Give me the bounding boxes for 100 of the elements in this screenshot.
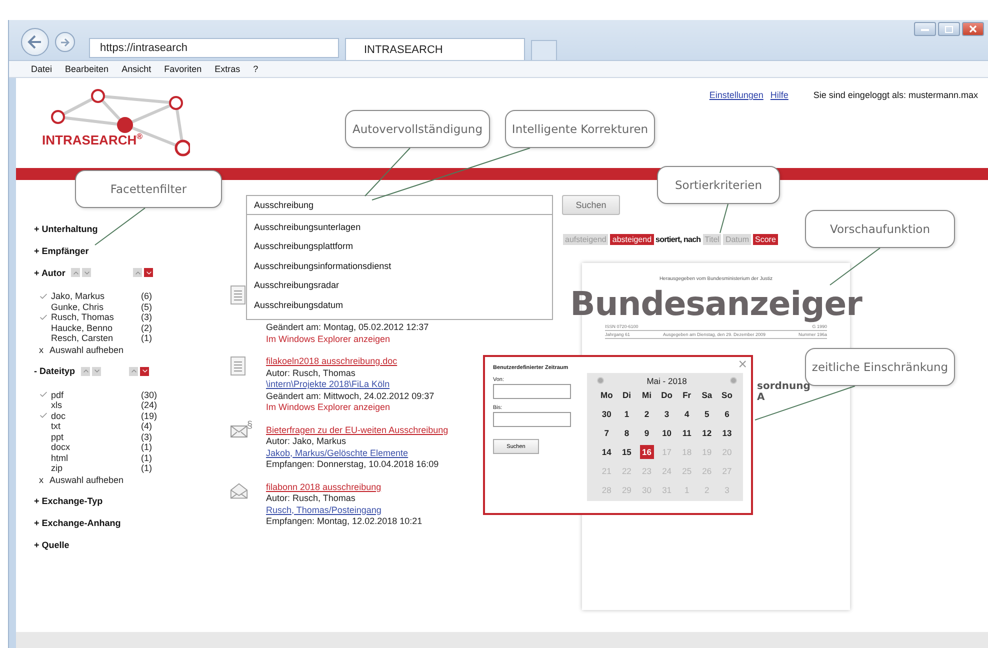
- suggestion-item[interactable]: Ausschreibungsdatum: [247, 295, 552, 314]
- sort-down-button[interactable]: [144, 268, 154, 277]
- facet-option[interactable]: xls: [51, 400, 141, 410]
- facet-count: (19): [141, 410, 158, 421]
- header-link[interactable]: Hilfe: [770, 90, 788, 100]
- calendar-day[interactable]: 9: [640, 426, 654, 440]
- result-title-link[interactable]: Bieterfragen zu der EU-weiten Ausschreibung: [266, 424, 448, 436]
- clear-selection-link[interactable]: Auswahl aufheben: [50, 344, 124, 354]
- facet-option[interactable]: Gunke, Chris: [51, 302, 141, 312]
- suggestion-item[interactable]: Ausschreibungsradar: [247, 276, 552, 295]
- calendar-day[interactable]: 5: [700, 407, 714, 422]
- calendar-day[interactable]: 1: [620, 407, 634, 422]
- calendar-day[interactable]: 13: [720, 426, 734, 440]
- calendar-day[interactable]: 7: [600, 426, 614, 440]
- login-status: Sie sind eingeloggt als: mustermann.max: [813, 90, 978, 100]
- callout: Facettenfilter: [75, 170, 222, 208]
- facet-option[interactable]: Rusch, Thomas: [51, 312, 141, 322]
- chevron-down-icon: [92, 367, 101, 375]
- close-button[interactable]: [962, 22, 984, 36]
- calendar-day[interactable]: 30: [600, 407, 614, 422]
- sort-up-button[interactable]: [71, 268, 80, 277]
- folder-path-link[interactable]: Rusch, Thomas/Posteingang: [266, 504, 422, 516]
- minimize-button[interactable]: [914, 22, 936, 36]
- facet-count: (5): [141, 302, 152, 312]
- previous-month-icon[interactable]: [596, 377, 604, 384]
- facet-option[interactable]: pdf: [51, 390, 141, 400]
- address-field[interactable]: https://intrasearch: [89, 38, 339, 58]
- facet-option[interactable]: Haucke, Benno: [51, 322, 141, 333]
- clear-selection-link[interactable]: Auswahl aufheben: [50, 474, 124, 484]
- menu-item[interactable]: Extras: [214, 64, 240, 74]
- facet-heading[interactable]: - Dateityp: [34, 364, 230, 378]
- calendar-day[interactable]: 15: [620, 444, 634, 459]
- back-button[interactable]: [21, 28, 49, 56]
- forward-arrow-icon: [60, 38, 70, 46]
- folder-path-link[interactable]: Jakob, Markus/Gelöschte Elemente: [266, 448, 448, 459]
- facet-heading[interactable]: + Autor: [34, 266, 230, 279]
- calendar-day[interactable]: 14: [600, 444, 614, 459]
- facet-count: (1): [141, 463, 152, 474]
- menu-item[interactable]: ?: [253, 64, 258, 74]
- calendar-day[interactable]: 8: [620, 426, 634, 440]
- result-detail: Empfangen: Donnerstag, 10.04.2018 16:09: [266, 459, 440, 470]
- date-field[interactable]: [493, 384, 571, 399]
- sort-down-button[interactable]: [92, 366, 102, 376]
- calendar-day[interactable]: 3: [660, 407, 674, 422]
- header-link[interactable]: Einstellungen: [709, 90, 764, 100]
- sort-up-button[interactable]: [129, 366, 138, 376]
- sort-up-button[interactable]: [133, 268, 142, 277]
- sort-down-button[interactable]: [140, 366, 150, 376]
- explorer-link[interactable]: Im Windows Explorer anzeigen: [266, 334, 429, 345]
- date-field[interactable]: [493, 412, 571, 427]
- suggestion-item[interactable]: Ausschreibungsplattform: [247, 236, 552, 256]
- browser-tab[interactable]: INTRASEARCH: [345, 38, 525, 60]
- result-title-link[interactable]: filakoeln2018 ausschreibung.doc: [266, 356, 434, 368]
- folder-path-link[interactable]: \intern\Projekte 2018\FiLa Köln: [266, 379, 434, 390]
- facet-count: (30): [141, 390, 158, 400]
- envelope-icon: [230, 424, 248, 438]
- leader-line: [720, 204, 728, 234]
- sort-down-button[interactable]: [82, 268, 92, 277]
- suggestion-item[interactable]: Ausschreibungsinformationsdienst: [247, 256, 552, 276]
- facet-option[interactable]: Jako, Markus: [51, 291, 141, 302]
- menu-item[interactable]: Bearbeiten: [65, 64, 109, 74]
- result-title-link[interactable]: filabonn 2018 ausschreibung: [266, 482, 422, 493]
- menu-item[interactable]: Favoriten: [164, 64, 202, 74]
- calendar-day[interactable]: 11: [680, 426, 694, 440]
- callout: Intelligente Korrekturen: [505, 110, 655, 148]
- facet-option[interactable]: txt: [51, 421, 141, 432]
- facet-option[interactable]: html: [51, 452, 141, 463]
- search-field[interactable]: Ausschreibung: [246, 195, 553, 215]
- calendar-day[interactable]: 12: [700, 426, 714, 440]
- facet-option[interactable]: zip: [51, 463, 141, 474]
- calendar-day[interactable]: 16: [640, 444, 654, 459]
- facet-option[interactable]: Resch, Carsten: [51, 333, 141, 344]
- calendar-day[interactable]: 2: [640, 407, 654, 422]
- sort-order-option[interactable]: absteigend: [610, 234, 654, 245]
- facet-heading[interactable]: + Quelle: [34, 538, 230, 552]
- next-month-icon[interactable]: [730, 377, 737, 384]
- calendar-day[interactable]: 10: [660, 426, 674, 440]
- sort-field-option[interactable]: Score: [753, 234, 778, 245]
- search-button[interactable]: Suchen: [562, 195, 620, 215]
- suggestion-item[interactable]: Ausschreibungsunterlagen: [247, 217, 552, 236]
- facet-heading[interactable]: + Unterhaltung: [34, 222, 230, 235]
- facet-count: (4): [141, 421, 152, 432]
- maximize-icon: [945, 26, 953, 32]
- explorer-link[interactable]: Im Windows Explorer anzeigen: [266, 402, 434, 414]
- facet-heading[interactable]: + Exchange-Typ: [34, 494, 230, 508]
- facet-option[interactable]: ppt: [51, 432, 141, 442]
- menu-item[interactable]: Datei: [31, 64, 52, 74]
- sort-up-button[interactable]: [81, 366, 90, 376]
- preview-text: A: [757, 392, 766, 403]
- calendar-day[interactable]: 4: [680, 407, 694, 422]
- forward-button[interactable]: [55, 32, 75, 52]
- facet-heading[interactable]: + Empfänger: [34, 244, 230, 257]
- sort-label: sortiert, nach: [656, 235, 701, 244]
- maximize-button[interactable]: [938, 22, 960, 36]
- calendar-day[interactable]: 6: [720, 407, 734, 422]
- preview-title: Bundesanzeiger: [570, 284, 862, 323]
- facet-option[interactable]: docx: [51, 442, 141, 452]
- menu-item[interactable]: Ansicht: [122, 64, 152, 74]
- facet-option[interactable]: doc: [51, 410, 141, 421]
- facet-heading[interactable]: + Exchange-Anhang: [34, 516, 230, 530]
